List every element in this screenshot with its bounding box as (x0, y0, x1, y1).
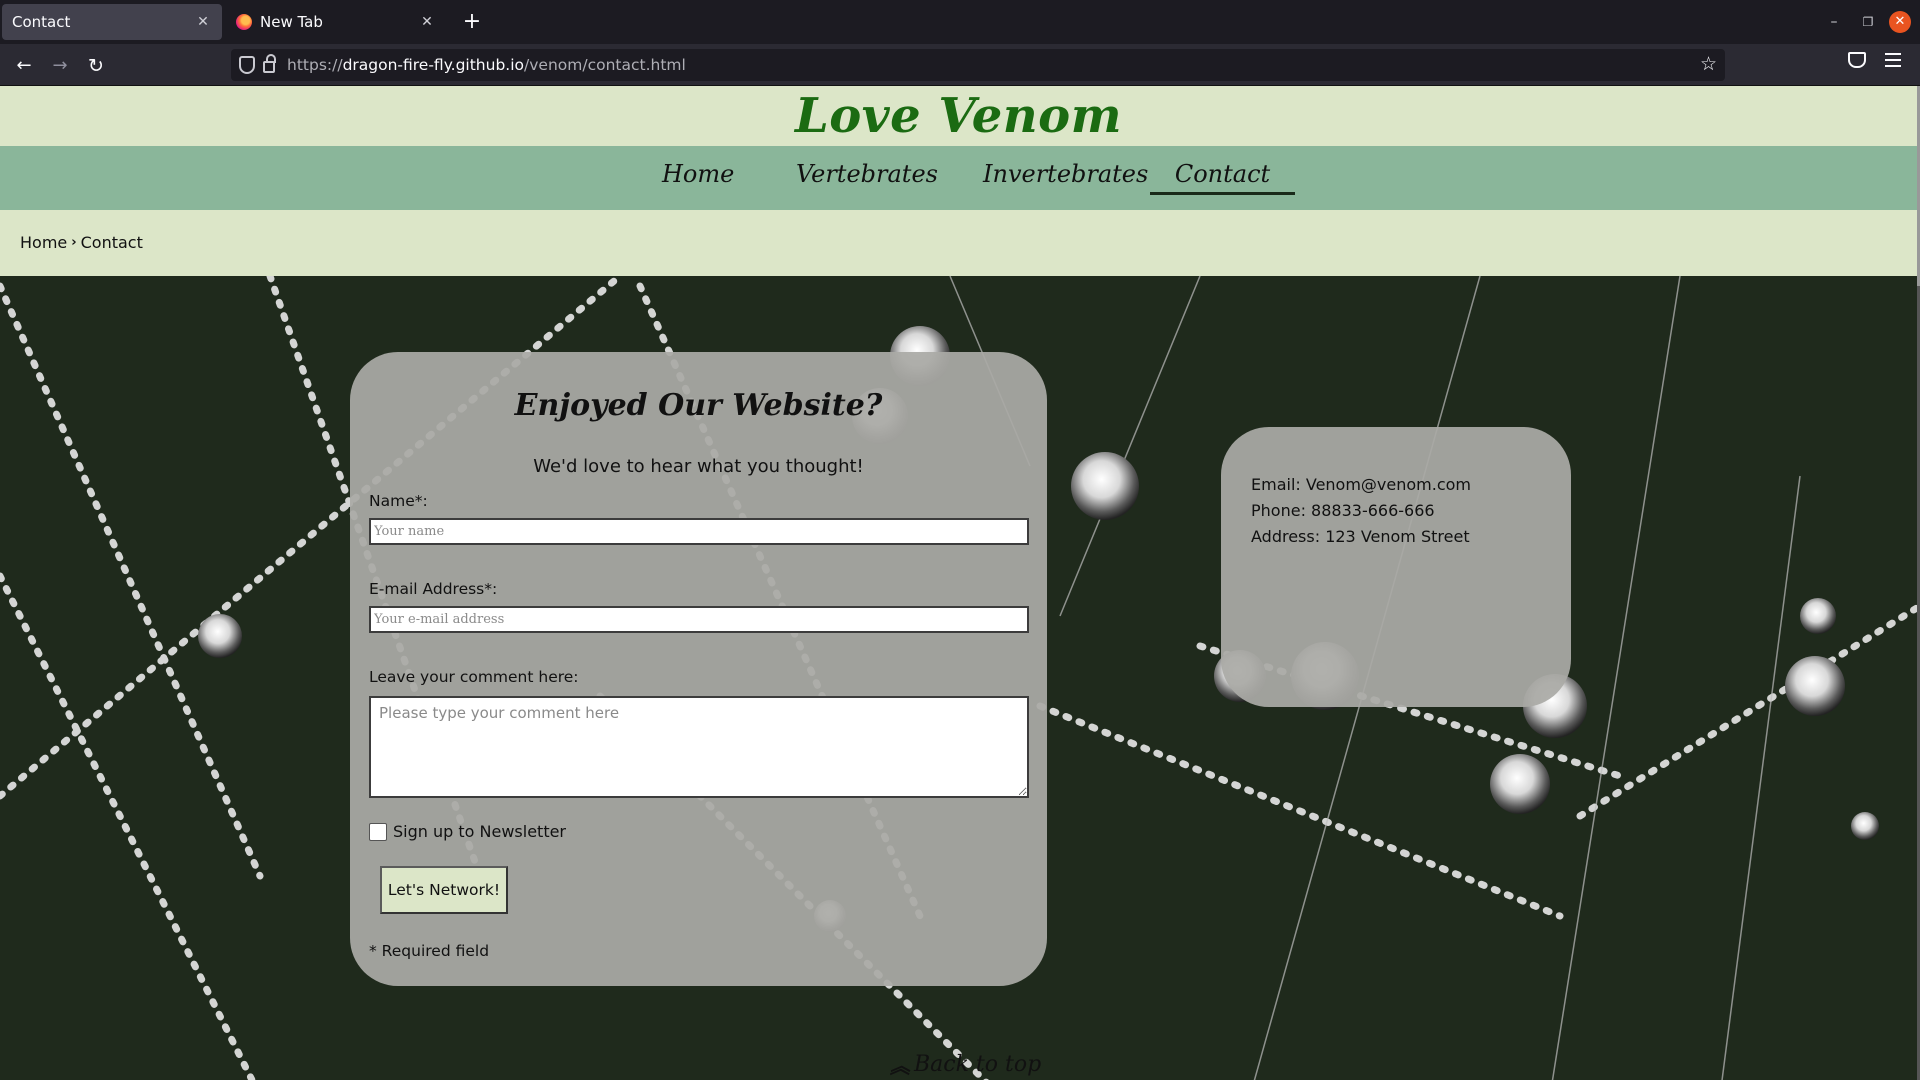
contact-phone: Phone: 88833-666-666 (1251, 501, 1435, 520)
required-field-note: * Required field (369, 942, 490, 960)
comment-label: Leave your comment here: (369, 668, 579, 686)
close-icon[interactable]: ✕ (194, 14, 212, 30)
url-path: /venom/contact.html (524, 56, 686, 74)
nav-link-invertebrates[interactable]: Invertebrates (983, 160, 1148, 188)
url-prefix: https:// (287, 56, 343, 74)
site-title[interactable]: Love Venom (795, 88, 1122, 144)
url-bar[interactable]: https://dragon-fire-fly.github.io/venom/… (231, 49, 1725, 81)
form-subtitle: We'd love to hear what you thought! (533, 456, 864, 477)
menu-icon[interactable] (1885, 53, 1901, 67)
star-icon[interactable]: ☆ (1700, 53, 1717, 75)
back-to-top-link[interactable]: ︽ Back to top (890, 1050, 1041, 1079)
newsletter-checkbox[interactable] (369, 822, 387, 841)
nav-link-home[interactable]: Home (662, 160, 734, 188)
name-input[interactable] (369, 518, 1029, 545)
breadcrumb-current: Contact (80, 233, 143, 252)
close-icon[interactable]: ✕ (418, 14, 436, 30)
site-header: Love Venom (0, 86, 1917, 146)
window-close-icon[interactable]: ✕ (1889, 11, 1911, 33)
back-arrow-icon[interactable]: ← (10, 52, 38, 80)
back-to-top-label: Back to top (914, 1052, 1042, 1077)
contact-email: Email: Venom@venom.com (1251, 475, 1472, 494)
submit-button[interactable]: Let's Network! (380, 866, 508, 914)
comment-textarea[interactable] (369, 696, 1029, 798)
browser-toolbar: ← → ↻ https://dragon-fire-fly.github.io/… (0, 44, 1920, 86)
contact-info-card: Email: Venom@venom.com Phone: 88833-666-… (1221, 427, 1571, 707)
lock-icon[interactable] (263, 54, 276, 73)
url-host: dragon-fire-fly.github.io (342, 56, 525, 74)
email-label: E-mail Address*: (369, 580, 498, 598)
shield-icon[interactable] (239, 56, 255, 74)
breadcrumb: Home › Contact (0, 210, 1917, 276)
form-title: Enjoyed Our Website? (514, 388, 883, 423)
name-label: Name*: (369, 492, 428, 510)
tab-label: Contact (12, 13, 71, 31)
breadcrumb-home[interactable]: Home (20, 233, 67, 252)
site-navigation: Home Vertebrates Invertebrates Contact (0, 146, 1917, 210)
email-input[interactable] (369, 606, 1029, 633)
newsletter-row: Sign up to Newsletter (369, 822, 566, 841)
chevron-right-icon: › (71, 235, 77, 250)
reload-icon[interactable]: ↻ (82, 52, 110, 80)
url-text[interactable]: https://dragon-fire-fly.github.io/venom/… (287, 56, 686, 74)
tab-label: New Tab (260, 13, 323, 31)
pocket-icon[interactable] (1848, 52, 1866, 68)
tab-new-tab[interactable]: New Tab ✕ (226, 4, 446, 40)
plus-icon[interactable]: + (458, 8, 486, 36)
page-viewport: Love Venom Home Vertebrates Invertebrate… (0, 86, 1920, 1080)
newsletter-label[interactable]: Sign up to Newsletter (393, 822, 566, 841)
tab-contact[interactable]: Contact ✕ (2, 4, 222, 40)
browser-tab-strip: Contact ✕ New Tab ✕ + – ❐ ✕ (0, 0, 1920, 44)
minimize-icon[interactable]: – (1822, 10, 1846, 34)
nav-link-contact[interactable]: Contact (1150, 160, 1295, 195)
nav-link-vertebrates[interactable]: Vertebrates (796, 160, 938, 188)
forward-arrow-icon[interactable]: → (46, 52, 74, 80)
contact-address: Address: 123 Venom Street (1251, 527, 1470, 546)
contact-form-card: Enjoyed Our Website? We'd love to hear w… (350, 352, 1047, 986)
firefox-icon (236, 14, 252, 30)
double-chevron-up-icon: ︽ (890, 1054, 910, 1078)
maximize-icon[interactable]: ❐ (1856, 10, 1880, 34)
